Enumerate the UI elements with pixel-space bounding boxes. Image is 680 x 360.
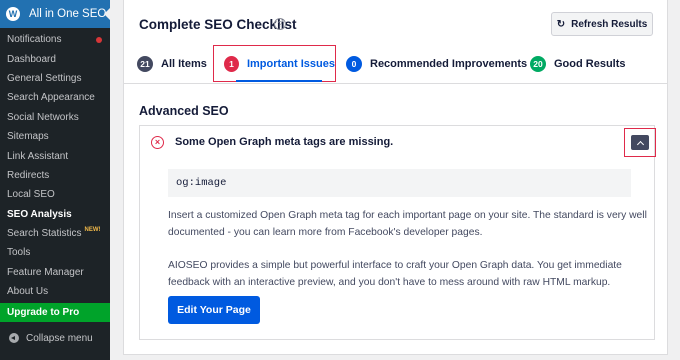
- sidebar-item-about-us[interactable]: About Us: [0, 282, 110, 301]
- wordpress-logo-icon: W: [6, 7, 20, 21]
- issue-description-2: AIOSEO provides a simple but powerful in…: [168, 260, 622, 288]
- sidebar-item-sitemaps[interactable]: Sitemaps: [0, 127, 110, 146]
- tab-important-issues[interactable]: 1 Important Issues: [213, 45, 336, 82]
- sidebar-item-local-seo[interactable]: Local SEO: [0, 185, 110, 204]
- issue-description: Insert a customized Open Graph meta tag …: [168, 210, 647, 238]
- sidebar-item-general-settings[interactable]: General Settings: [0, 69, 110, 88]
- tab-count-badge: 0: [346, 55, 362, 72]
- tab-good-results[interactable]: 20 Good Results: [530, 45, 626, 82]
- tabs-divider: [124, 83, 667, 84]
- page-title: Complete SEO Checklist: [139, 17, 297, 32]
- collapse-arrow-icon: [9, 333, 19, 343]
- active-tab-indicator: [236, 80, 322, 82]
- notification-dot-icon: [96, 37, 102, 43]
- sidebar-item-label: Redirects: [7, 169, 50, 181]
- sidebar-item-search-appearance[interactable]: Search Appearance: [0, 88, 110, 107]
- new-badge: NEW!: [84, 226, 101, 233]
- tab-all-items[interactable]: 21 All Items: [137, 45, 207, 82]
- sidebar-item-seo-analysis[interactable]: SEO Analysis: [0, 205, 110, 224]
- sidebar-item-feature-manager[interactable]: Feature Manager: [0, 263, 110, 282]
- sidebar-item-label: SEO Analysis: [7, 208, 72, 220]
- refresh-icon: ↻: [556, 18, 566, 30]
- collapse-menu-label: Collapse menu: [26, 332, 93, 344]
- tab-count-badge: 20: [530, 55, 546, 72]
- issue-title: Some Open Graph meta tags are missing.: [175, 136, 394, 148]
- sidebar-item-social-networks[interactable]: Social Networks: [0, 108, 110, 127]
- tab-label: Recommended Improvements: [370, 57, 528, 70]
- sidebar-item-label: Sitemaps: [7, 131, 49, 143]
- sidebar-item-search-statistics[interactable]: Search Statistics NEW!: [0, 224, 110, 243]
- sidebar-menu: Notifications Dashboard General Settings…: [0, 30, 110, 301]
- issue-panel: × Some Open Graph meta tags are missing.…: [139, 125, 656, 340]
- sidebar-item-redirects[interactable]: Redirects: [0, 166, 110, 185]
- error-icon: ×: [151, 136, 164, 149]
- sidebar-item-label: Notifications: [7, 34, 62, 46]
- seo-checklist-card: Complete SEO Checklist ? ↻ Refresh Resul…: [123, 0, 668, 355]
- sidebar-item-label: Search Statistics: [7, 228, 82, 240]
- sidebar-item-label: About Us: [7, 286, 49, 298]
- tab-count-badge: 21: [137, 55, 153, 72]
- refresh-results-button[interactable]: ↻ Refresh Results: [551, 12, 653, 36]
- sidebar-item-label: Social Networks: [7, 111, 79, 123]
- section-title: Advanced SEO: [139, 104, 229, 118]
- sidebar-item-label: General Settings: [7, 72, 82, 84]
- tab-label: All Items: [161, 57, 207, 70]
- tab-label: Important Issues: [246, 57, 335, 70]
- sidebar-item-dashboard[interactable]: Dashboard: [0, 49, 110, 68]
- sidebar-header[interactable]: W All in One SEO: [0, 0, 110, 28]
- sidebar-item-label: Tools: [7, 247, 31, 259]
- code-snippet: og:image: [168, 169, 631, 197]
- collapse-menu-button[interactable]: Collapse menu: [0, 330, 110, 346]
- issue-header[interactable]: × Some Open Graph meta tags are missing.: [140, 126, 656, 160]
- sidebar-item-tools[interactable]: Tools: [0, 243, 110, 262]
- sidebar-item-link-assistant[interactable]: Link Assistant: [0, 146, 110, 165]
- tab-label: Good Results: [554, 57, 626, 70]
- upgrade-to-pro-button[interactable]: Upgrade to Pro: [0, 303, 110, 322]
- help-icon[interactable]: ?: [274, 18, 286, 30]
- tab-recommended-improvements[interactable]: 0 Recommended Improvements: [346, 45, 527, 82]
- sidebar-item-label: Dashboard: [7, 53, 56, 65]
- sidebar-title: All in One SEO: [29, 8, 107, 20]
- sidebar-item-label: Link Assistant: [7, 150, 69, 162]
- sidebar-item-label: Local SEO: [7, 189, 55, 201]
- sidebar-item-label: Search Appearance: [7, 92, 95, 104]
- chevron-up-icon[interactable]: [631, 135, 649, 150]
- refresh-results-label: Refresh Results: [571, 18, 648, 30]
- sidebar-item-notifications[interactable]: Notifications: [0, 30, 110, 49]
- edit-your-page-button[interactable]: Edit Your Page: [168, 296, 260, 324]
- collapse-highlight: [624, 128, 656, 157]
- admin-sidebar: W All in One SEO Notifications Dashboard…: [0, 0, 110, 360]
- sidebar-item-label: Feature Manager: [7, 266, 84, 278]
- tab-count-badge: 1: [224, 55, 239, 72]
